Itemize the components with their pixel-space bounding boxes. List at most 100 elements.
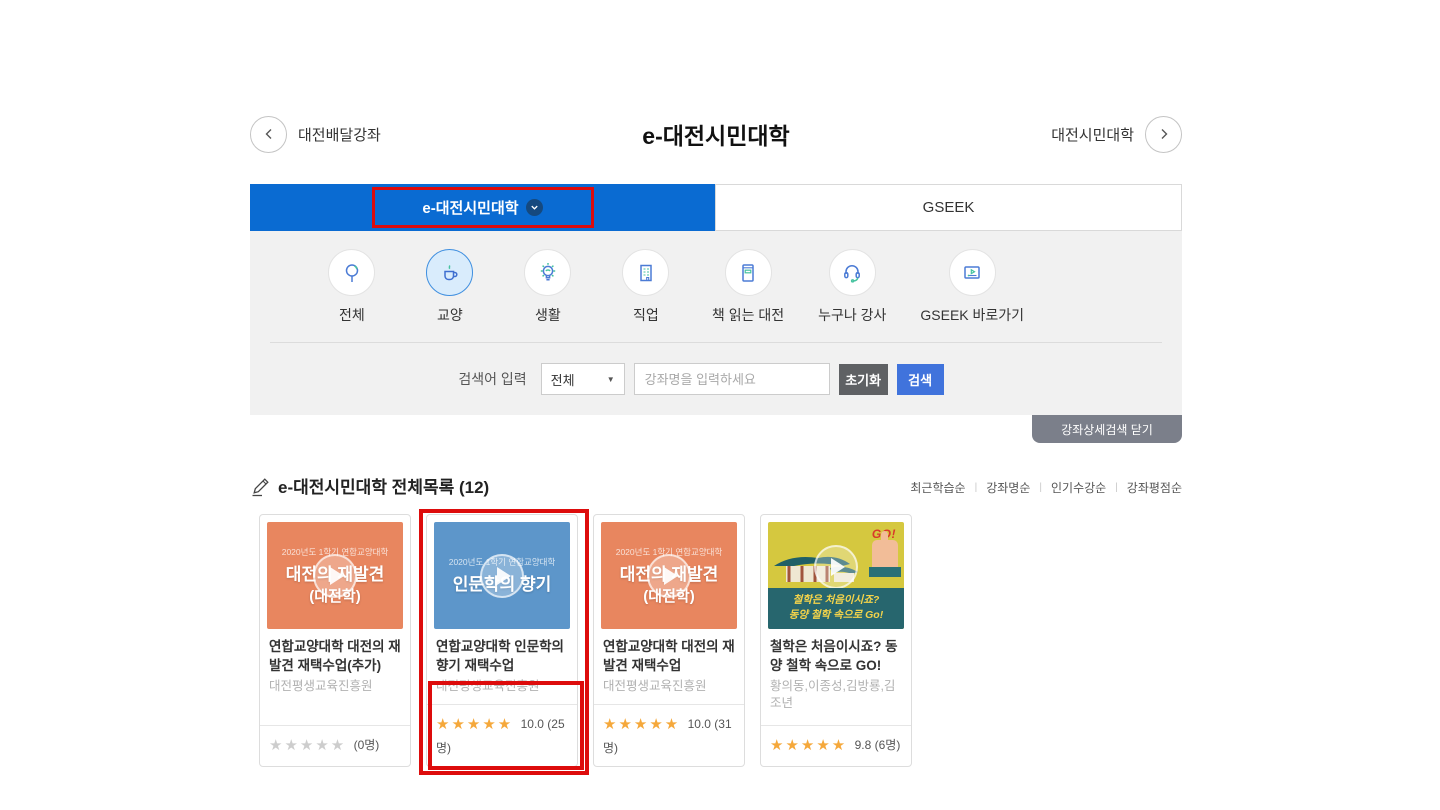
play-button-icon[interactable] [313,554,357,598]
tab-gseek-label: GSEEK [923,199,975,216]
category-job-circle [622,249,669,296]
select-arrow-icon: ▼ [607,375,615,384]
course-thumbnail-1[interactable]: 2020년도 1학기 연합교양대학 대전의 재발견 (대전학) [267,522,403,629]
filter-panel: 전체 교양 [250,231,1182,415]
course-instructors: 황의동,이종성,김방룡,김조년 [770,678,902,712]
category-liberal-arts-circle [426,249,473,296]
category-all[interactable]: 전체 [320,249,384,325]
course-thumbnail-4[interactable]: GO! 철학은 처음이시죠? 동양 철학 속으로 Go! [768,522,904,629]
category-list: 전체 교양 [250,249,1094,325]
category-anyone-instructor-label: 누구나 강사 [818,305,886,325]
page-title: e-대전시민대학 [250,117,1182,151]
course-organization: 대전평생교육진흥원 [269,678,401,695]
category-job[interactable]: 직업 [614,249,678,325]
play-button-icon[interactable] [480,554,524,598]
card-body: 연합교양대학 대전의 재발견 재택수업 대전평생교육진흥원 [594,629,744,695]
category-all-label: 전체 [339,305,365,325]
course-title[interactable]: 연합교양대학 대전의 재발견 재택수업 [603,638,735,675]
course-card-3[interactable]: 2020년도 1학기 연합교양대학 대전의 재발견 (대전학) 연합교양대학 대… [593,514,745,767]
sort-divider: | [975,482,978,493]
next-page-label[interactable]: 대전시민대학 [1051,124,1134,145]
listing-header: e-대전시민대학 전체목록 (12) 최근학습순 | 강좌명순 | 인기수강순 … [250,473,1182,498]
tab-e-daejeon[interactable]: e-대전시민대학 [250,184,715,231]
category-life-label: 생활 [535,305,561,325]
chevron-right-icon [1157,127,1171,141]
search-input[interactable] [634,363,830,395]
header-next-group: 대전시민대학 [1051,116,1182,153]
category-life-circle [524,249,571,296]
book-icon [736,261,760,285]
course-title[interactable]: 연합교양대학 인문학의 향기 재택수업 [436,638,568,675]
reset-button[interactable]: 초기화 [839,364,888,395]
building-icon [634,261,658,285]
card-body: 연합교양대학 인문학의 향기 재택수업 대전평생교육진흥원 [427,629,577,695]
sort-divider: | [1039,482,1042,493]
star-rating-icons: ★★★★★ [436,716,513,733]
close-detail-search-button[interactable]: 강좌상세검색 닫기 [1032,415,1182,443]
sort-popularity[interactable]: 인기수강순 [1051,479,1106,496]
tab-gseek[interactable]: GSEEK [715,184,1182,231]
tab-dropdown-button[interactable] [526,199,543,216]
category-anyone-instructor[interactable]: 누구나 강사 [818,249,886,325]
category-life[interactable]: 생활 [516,249,580,325]
course-thumbnail-2[interactable]: 2020년도 1학기 연합교양대학 인문학의 향기 [434,522,570,629]
sort-course-name[interactable]: 강좌명순 [986,479,1030,496]
star-rating-icons: ★★★★★ [770,737,847,754]
video-player-icon [960,261,984,285]
course-rating-area: ★★★★★ 10.0 (31명) [594,704,744,766]
category-book-reading[interactable]: 책 읽는 대전 [712,249,784,325]
lightbulb-icon [535,260,561,286]
course-card-4[interactable]: GO! 철학은 처음이시죠? 동양 철학 속으로 Go! 철학은 처음이시죠? … [760,514,912,767]
balloon-icon [340,261,364,285]
category-liberal-arts[interactable]: 교양 [418,249,482,325]
course-card-2[interactable]: 2020년도 1학기 연합교양대학 인문학의 향기 연합교양대학 인문학의 향기… [426,514,578,767]
search-filter-select[interactable]: 전체 ▼ [541,363,625,395]
next-arrow-button[interactable] [1145,116,1182,153]
course-rating-area: ★★★★★ 10.0 (25명) [427,704,577,766]
pencil-icon [250,476,272,498]
listing-title-wrap: e-대전시민대학 전체목록 (12) [250,473,489,498]
sort-divider: | [1115,482,1118,493]
course-rating-area: ★★★★★ (0명) [260,725,410,767]
search-label: 검색어 입력 [458,369,526,389]
category-book-reading-label: 책 읽는 대전 [712,305,784,325]
play-button-icon[interactable] [647,554,691,598]
card-body: 연합교양대학 대전의 재발견 재택수업(추가) 대전평생교육진흥원 [260,629,410,695]
close-detail-row: 강좌상세검색 닫기 [250,415,1182,443]
chevron-down-icon [530,203,539,212]
course-card-list: 2020년도 1학기 연합교양대학 대전의 재발견 (대전학) 연합교양대학 대… [259,514,1182,767]
course-thumbnail-3[interactable]: 2020년도 1학기 연합교양대학 대전의 재발견 (대전학) [601,522,737,629]
category-gseek-shortcut[interactable]: GSEEK 바로가기 [920,249,1024,325]
category-gseek-shortcut-circle [949,249,996,296]
rating-count: (6명) [875,738,901,752]
banner-line1: 철학은 처음이시죠? [768,593,904,608]
course-title[interactable]: 연합교양대학 대전의 재발견 재택수업(추가) [269,638,401,675]
category-gseek-shortcut-label: GSEEK 바로가기 [920,305,1024,325]
header-nav: 대전배달강좌 e-대전시민대학 대전시민대학 [250,113,1182,155]
play-button-icon[interactable] [814,545,858,589]
search-row: 검색어 입력 전체 ▼ 초기화 검색 [250,343,1152,415]
pointing-hand-illustration [872,540,898,570]
rating-score: 10.0 [688,717,711,731]
banner-line2: 동양 철학 속으로 Go! [768,608,904,623]
rating-score: 9.8 [855,738,872,752]
category-anyone-instructor-circle [829,249,876,296]
thumb-banner: 철학은 처음이시죠? 동양 철학 속으로 Go! [768,588,904,629]
headset-icon [839,260,865,286]
star-rating-icons: ★★★★★ [603,716,680,733]
category-book-reading-circle [725,249,772,296]
provider-tabs: e-대전시민대학 GSEEK [250,184,1182,231]
course-rating-area: ★★★★★ 9.8 (6명) [761,725,911,767]
category-liberal-arts-label: 교양 [437,305,463,325]
coffee-cup-icon [438,261,462,285]
search-filter-value: 전체 [551,370,575,389]
search-button[interactable]: 검색 [897,364,944,395]
rating-count: (0명) [354,738,380,752]
course-organization: 대전평생교육진흥원 [436,678,568,695]
tab-e-daejeon-label: e-대전시민대학 [422,197,518,218]
course-title[interactable]: 철학은 처음이시죠? 동양 철학 속으로 GO! [770,638,902,675]
sort-recent-learning[interactable]: 최근학습순 [910,479,965,496]
sort-rating[interactable]: 강좌평점순 [1127,479,1182,496]
category-book-reading-label-wrap0: 직업 [633,305,659,325]
course-card-1[interactable]: 2020년도 1학기 연합교양대학 대전의 재발견 (대전학) 연합교양대학 대… [259,514,411,767]
